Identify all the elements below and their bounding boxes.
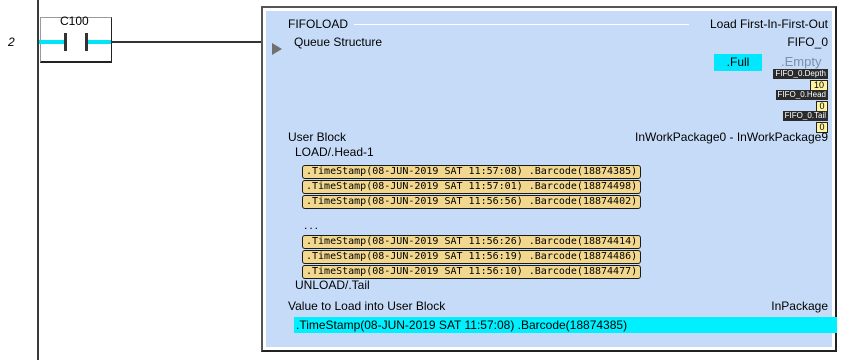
user-block-row[interactable]: .TimeStamp(08-JUN-2019 SAT 11:57:01) .Ba… — [302, 180, 642, 194]
energized-wire-right — [88, 40, 111, 44]
empty-status-label[interactable]: .Empty — [781, 54, 821, 69]
energized-wire-left — [39, 40, 65, 44]
rung-number: 2 — [8, 35, 15, 49]
instruction-mnemonic: FIFOLOAD — [288, 17, 349, 31]
instruction-body: FIFOLOAD Load First-In-First-Out Queue S… — [266, 11, 837, 347]
fifoload-instruction[interactable]: FIFOLOAD Load First-In-First-Out Queue S… — [261, 6, 837, 352]
rows-ellipsis: ... — [304, 218, 321, 232]
value-to-load[interactable]: .TimeStamp(08-JUN-2019 SAT 11:57:08) .Ba… — [294, 317, 837, 333]
user-block-row[interactable]: .TimeStamp(08-JUN-2019 SAT 11:56:10) .Ba… — [302, 265, 642, 279]
contact-left-bar — [64, 33, 67, 51]
queue-structure-label: Queue Structure — [294, 35, 383, 49]
value-tag[interactable]: InPackage — [771, 299, 828, 313]
value-label: Value to Load into User Block — [288, 299, 446, 313]
head-pointer-label: LOAD/.Head-1 — [295, 145, 374, 159]
tail-pointer-label: UNLOAD/.Tail — [295, 278, 370, 292]
user-block-row[interactable]: .TimeStamp(08-JUN-2019 SAT 11:56:56) .Ba… — [302, 195, 642, 209]
left-power-rail — [37, 0, 39, 360]
user-block-row[interactable]: .TimeStamp(08-JUN-2019 SAT 11:57:08) .Ba… — [302, 165, 642, 179]
user-block-label: User Block — [288, 130, 347, 144]
title-divider — [354, 24, 689, 25]
user-block-row[interactable]: .TimeStamp(08-JUN-2019 SAT 11:56:26) .Ba… — [302, 235, 642, 249]
depth-label: FIFO_0.Depth — [773, 69, 828, 79]
user-block-row[interactable]: .TimeStamp(08-JUN-2019 SAT 11:56:19) .Ba… — [302, 250, 642, 264]
rung-wire — [112, 41, 262, 43]
user-block-range[interactable]: InWorkPackage0 - InWorkPackage9 — [635, 130, 828, 144]
queue-tag[interactable]: FIFO_0 — [787, 35, 828, 49]
full-status-badge[interactable]: .Full — [714, 54, 762, 71]
input-arrow-icon — [272, 43, 282, 55]
contact-tag[interactable]: C100 — [60, 14, 89, 28]
instruction-description: Load First-In-First-Out — [709, 17, 828, 31]
tail-label: FIFO_0.Tail — [782, 111, 828, 121]
head-label: FIFO_0.Head — [775, 90, 828, 100]
